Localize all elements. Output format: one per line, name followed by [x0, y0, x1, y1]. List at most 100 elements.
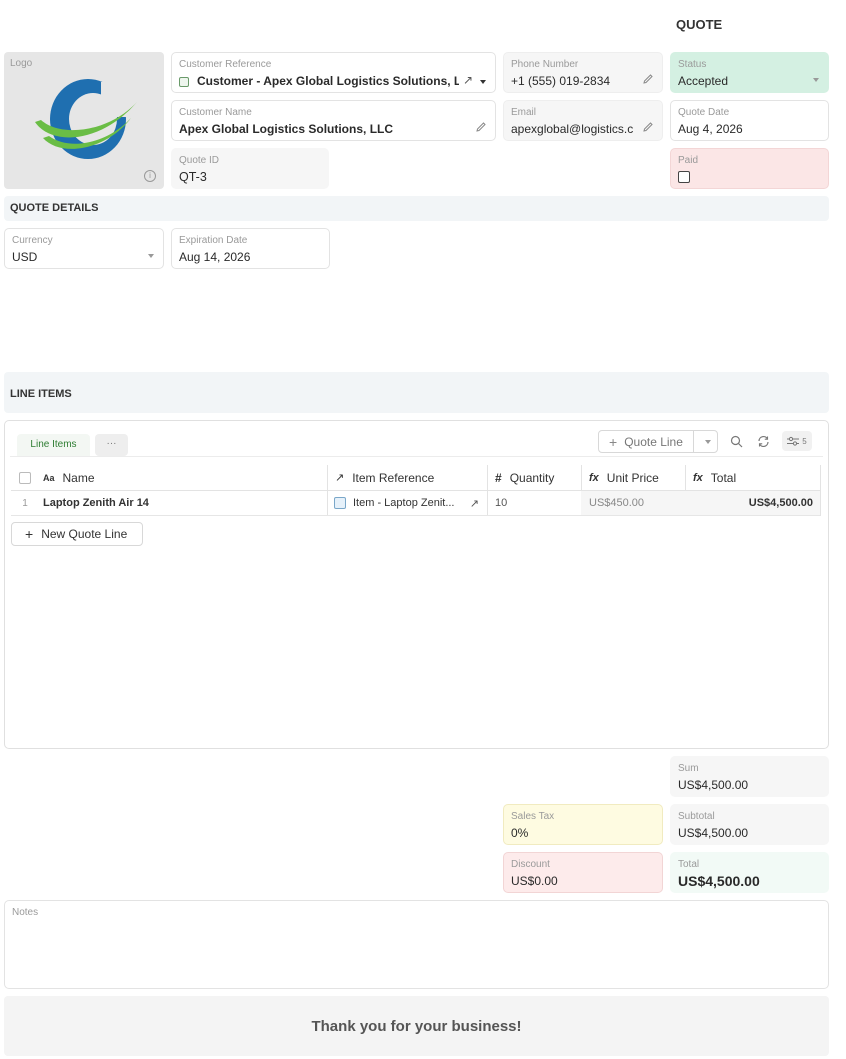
pencil-icon[interactable] — [642, 121, 654, 133]
chevron-down-icon[interactable] — [705, 440, 711, 444]
customer-name-label: Customer Name — [179, 107, 252, 118]
row-index: 1 — [22, 497, 28, 509]
open-link-icon[interactable]: ↗ — [470, 497, 479, 510]
row-unit-price: US$450.00 — [589, 497, 645, 509]
info-icon[interactable]: i — [144, 170, 156, 182]
discount-value: US$0.00 — [511, 874, 558, 888]
currency-label: Currency — [12, 235, 53, 246]
currency-value: USD — [12, 250, 38, 264]
line-items-header: LINE ITEMS — [4, 372, 829, 413]
add-quote-line-button[interactable]: + Quote Line — [598, 430, 718, 453]
discount-label: Discount — [511, 859, 550, 870]
pencil-icon[interactable] — [475, 121, 487, 133]
column-unit-price-label: Unit Price — [606, 470, 659, 485]
subtotal-value: US$4,500.00 — [678, 826, 749, 840]
plus-icon: + — [25, 526, 34, 542]
discount-field[interactable]: Discount US$0.00 — [503, 852, 663, 893]
line-items-title: LINE ITEMS — [10, 388, 72, 400]
subtotal-label: Subtotal — [678, 811, 715, 822]
total-value: US$4,500.00 — [678, 873, 760, 889]
status-select[interactable]: Status Accepted — [670, 52, 829, 93]
sales-tax-value: 0% — [511, 826, 529, 840]
link-type-icon: ↗ — [335, 472, 345, 484]
customer-reference-value: Customer - Apex Global Logistics Solutio… — [197, 74, 459, 88]
phone-field[interactable]: Phone Number +1 (555) 019-2834 — [503, 52, 663, 93]
expiration-date-field[interactable]: Expiration Date Aug 14, 2026 — [171, 228, 330, 269]
page-title: QUOTE — [676, 17, 723, 32]
expiration-date-value: Aug 14, 2026 — [179, 250, 251, 264]
email-field[interactable]: Email apexglobal@logistics.c — [503, 100, 663, 141]
paid-checkbox[interactable] — [678, 171, 690, 183]
row-item-reference: Item - Laptop Zenit... — [353, 497, 455, 509]
formula-type-icon: fx — [693, 471, 703, 484]
pencil-icon[interactable] — [642, 73, 654, 85]
open-link-icon[interactable]: ↗ — [463, 73, 473, 87]
tab-more[interactable]: ··· — [95, 434, 128, 456]
column-item-reference[interactable]: ↗ Item Reference — [327, 465, 487, 491]
footer-banner: Thank you for your business! — [4, 996, 829, 1056]
row-name: Laptop Zenith Air 14 — [43, 497, 149, 509]
select-all-header — [11, 465, 39, 491]
quote-date-field[interactable]: Quote Date Aug 4, 2026 — [670, 100, 829, 141]
field-count: 5 — [802, 436, 807, 446]
search-icon[interactable] — [730, 435, 743, 448]
column-unit-price[interactable]: fx Unit Price — [581, 465, 685, 491]
fields-toggle-button[interactable]: 5 — [782, 431, 812, 451]
footer-message: Thank you for your business! — [311, 1017, 522, 1035]
tab-line-items-label: Line Items — [30, 439, 77, 450]
table-row-name[interactable]: Laptop Zenith Air 14 — [39, 491, 327, 516]
chevron-down-icon[interactable] — [148, 254, 154, 258]
table-row-total: US$4,500.00 — [685, 491, 820, 516]
quote-date-value: Aug 4, 2026 — [678, 122, 743, 136]
company-logo — [35, 79, 141, 159]
status-label: Status — [678, 59, 707, 70]
column-total[interactable]: fx Total — [685, 465, 820, 491]
notes-label: Notes — [12, 907, 39, 918]
customer-reference-field[interactable]: Customer Reference Customer - Apex Globa… — [171, 52, 496, 93]
customer-name-field[interactable]: Customer Name Apex Global Logistics Solu… — [171, 100, 496, 141]
row-total: US$4,500.00 — [748, 497, 813, 509]
quote-details-title: QUOTE DETAILS — [10, 202, 99, 214]
email-value: apexglobal@logistics.c — [511, 122, 634, 136]
tab-line-items[interactable]: Line Items — [17, 434, 90, 456]
number-type-icon: # — [495, 470, 502, 485]
email-label: Email — [511, 107, 537, 118]
quote-id-value: QT-3 — [179, 170, 207, 184]
currency-select[interactable]: Currency USD — [4, 228, 164, 269]
sum-label: Sum — [678, 763, 699, 774]
quote-date-label: Quote Date — [678, 107, 730, 118]
expiration-date-label: Expiration Date — [179, 235, 248, 246]
plus-icon: + — [609, 433, 618, 450]
total-label: Total — [678, 859, 700, 870]
table-row-unit-price: US$450.00 — [581, 491, 685, 516]
sliders-icon — [787, 436, 800, 446]
chevron-down-icon[interactable] — [480, 80, 486, 84]
table-row-quantity[interactable]: 10 — [487, 491, 581, 516]
tab-more-label: ··· — [106, 438, 117, 449]
new-quote-line-button[interactable]: + New Quote Line — [11, 522, 143, 546]
paid-label: Paid — [678, 155, 699, 166]
logo-label: Logo — [10, 58, 33, 69]
table-row-item-reference[interactable]: Item - Laptop Zenit... ↗ — [327, 491, 487, 516]
customer-reference-label: Customer Reference — [179, 59, 272, 70]
row-quantity: 10 — [495, 497, 508, 509]
status-value: Accepted — [678, 74, 729, 88]
sales-tax-field[interactable]: Sales Tax 0% — [503, 804, 663, 845]
select-all-checkbox[interactable] — [19, 471, 31, 484]
column-quantity-label: Quantity — [509, 470, 555, 485]
text-type-icon: Aa — [43, 472, 55, 483]
column-name[interactable]: Aa Name — [39, 465, 327, 491]
column-quantity[interactable]: # Quantity — [487, 465, 581, 491]
chevron-down-icon[interactable] — [813, 78, 819, 82]
refresh-icon[interactable] — [757, 435, 770, 448]
split-divider — [693, 431, 694, 452]
column-total-label: Total — [710, 470, 737, 485]
logo-field[interactable]: Logo i — [4, 52, 164, 189]
column-name-label: Name — [62, 470, 95, 485]
quote-id-label: Quote ID — [179, 155, 220, 166]
sum-field: Sum US$4,500.00 — [670, 756, 829, 797]
notes-field[interactable]: Notes — [4, 900, 829, 989]
sales-tax-label: Sales Tax — [511, 811, 555, 822]
column-separator — [820, 465, 821, 516]
tab-divider — [10, 456, 823, 457]
